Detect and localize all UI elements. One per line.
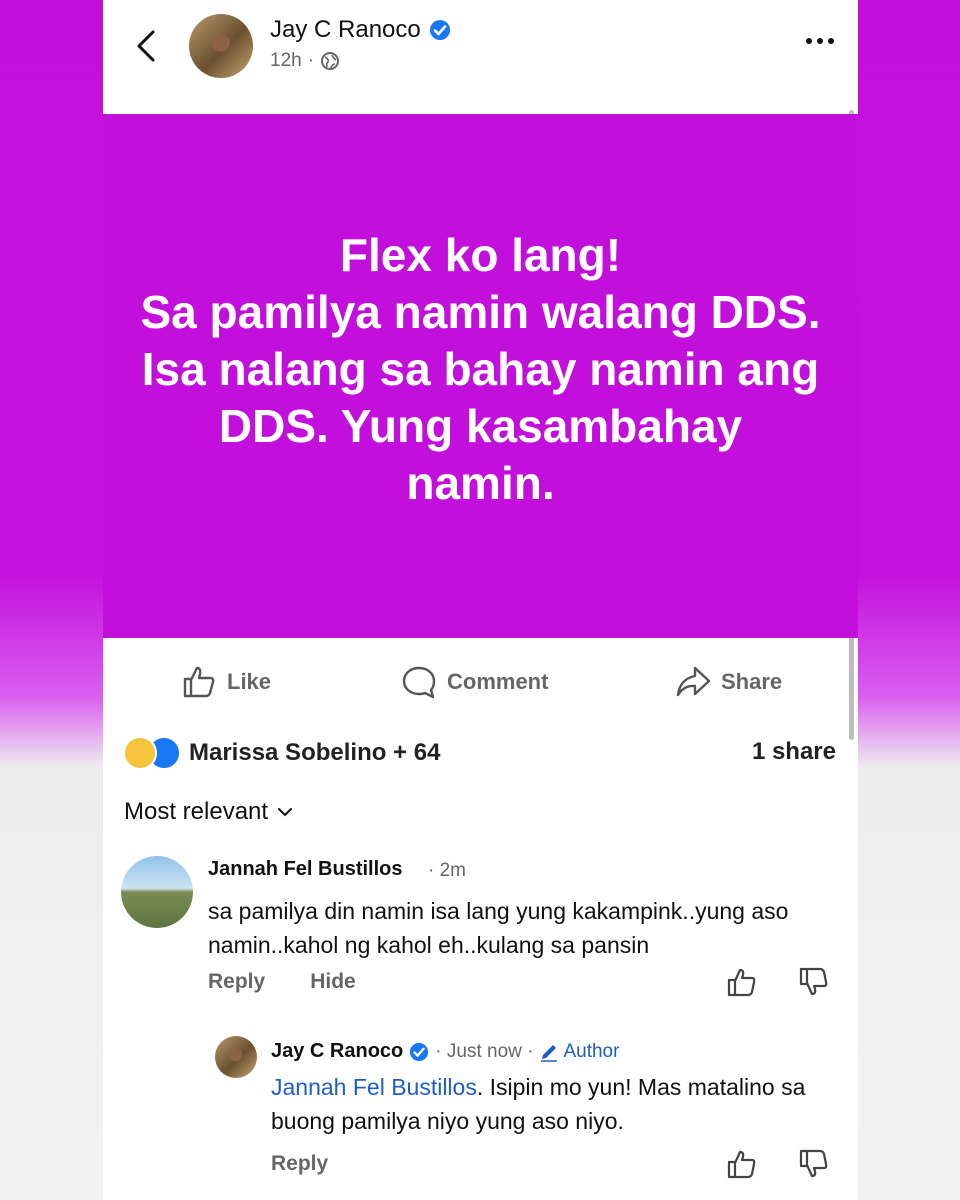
like-button[interactable]: Like	[181, 664, 271, 700]
author-badge-label: Author	[563, 1040, 620, 1062]
reactor-names: Marissa Sobelino + 64	[189, 739, 441, 766]
comment-sort-dropdown[interactable]: Most relevant	[124, 798, 294, 826]
upvote-icon[interactable]	[726, 1148, 758, 1180]
reply-author-name[interactable]: Jay C Ranoco	[271, 1040, 403, 1063]
commenter-name[interactable]: Jannah Fel Bustillos	[208, 858, 402, 881]
downvote-icon[interactable]	[798, 1148, 830, 1180]
globe-icon	[321, 52, 340, 70]
share-arrow-icon	[676, 666, 711, 697]
post-header: Jay C Ranoco 12h ·	[103, 0, 858, 112]
poster-name[interactable]: Jay C Ranoco	[270, 16, 421, 44]
comment-label: Comment	[447, 669, 549, 694]
post-time[interactable]: 12h	[270, 50, 302, 72]
post-text: Flex ko lang! Sa pamilya namin walang DD…	[140, 228, 821, 509]
upvote-icon[interactable]	[726, 966, 758, 998]
thumbs-up-icon	[183, 666, 215, 698]
post-background: Flex ko lang! Sa pamilya namin walang DD…	[103, 114, 858, 638]
comment-time: · 2m	[428, 860, 466, 881]
comment-text: sa pamilya din namin isa lang yung kakam…	[208, 898, 789, 958]
comment-bubble-icon	[402, 666, 436, 699]
comment-reply-button[interactable]: Reply	[208, 970, 265, 994]
post-card: Jay C Ranoco 12h · Flex ko lang! Sa pami…	[103, 0, 858, 1200]
like-label: Like	[227, 669, 272, 694]
haha-reaction-icon	[123, 736, 157, 770]
reply-header: Jay C Ranoco · Just now · Author	[271, 1040, 619, 1063]
commenter-avatar[interactable]	[121, 856, 193, 928]
verified-icon	[410, 1042, 429, 1061]
reply-time: · Just now ·	[435, 1040, 534, 1062]
author-badge: Author	[539, 1041, 619, 1063]
post-actions: Like Comment Share	[103, 650, 858, 714]
sort-label: Most relevant	[124, 798, 269, 825]
meta-separator: ·	[307, 50, 315, 71]
reaction-summary[interactable]: Marissa Sobelino + 64	[123, 736, 440, 770]
share-label: Share	[721, 669, 783, 694]
poster-avatar[interactable]	[189, 14, 253, 78]
pencil-icon	[541, 1044, 558, 1062]
downvote-icon[interactable]	[798, 966, 830, 998]
chevron-down-icon	[278, 808, 293, 817]
reply-text: Jannah Fel Bustillos. Isipin mo yun! Mas…	[271, 1070, 841, 1138]
reply-votes	[726, 1148, 830, 1180]
post-meta: 12h ·	[270, 50, 340, 72]
more-options-icon[interactable]	[806, 38, 834, 44]
comment-button[interactable]: Comment	[401, 664, 548, 700]
reply-avatar[interactable]	[215, 1036, 257, 1078]
comment-hide-button[interactable]: Hide	[310, 970, 356, 994]
share-button[interactable]: Share	[675, 664, 782, 700]
back-arrow-icon[interactable]	[131, 28, 161, 64]
reply-mention[interactable]: Jannah Fel Bustillos	[271, 1074, 477, 1100]
comment-votes	[726, 966, 830, 998]
verified-icon	[429, 20, 450, 40]
comment-actions: Reply Hide	[208, 970, 356, 994]
poster-info: Jay C Ranoco	[270, 16, 451, 44]
share-count[interactable]: 1 share	[752, 738, 836, 766]
reply-reply-button[interactable]: Reply	[271, 1152, 328, 1176]
